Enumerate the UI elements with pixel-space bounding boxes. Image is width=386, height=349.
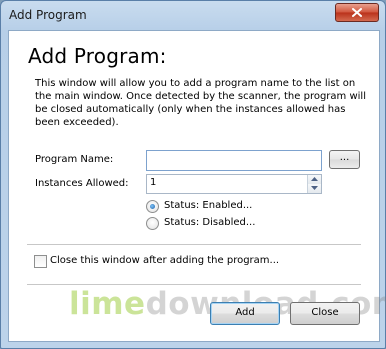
chevron-down-icon <box>311 186 318 190</box>
program-name-label: Program Name: <box>35 154 114 165</box>
divider <box>27 284 361 286</box>
close-button[interactable]: Close <box>290 302 360 325</box>
divider <box>27 244 361 246</box>
close-icon <box>352 8 362 17</box>
close-after-adding-label: Close this window after adding the progr… <box>50 255 280 266</box>
stepper-buttons <box>307 175 321 193</box>
status-enabled-radio[interactable] <box>146 200 159 213</box>
add-button[interactable]: Add <box>210 302 280 325</box>
window-title: Add Program <box>9 8 87 22</box>
dialog-window: Add Program Add Program: This window wil… <box>0 0 386 349</box>
status-disabled-radio[interactable] <box>146 217 159 230</box>
dialog-content: Add Program: This window will allow you … <box>8 30 386 342</box>
program-name-input[interactable] <box>146 150 322 171</box>
instances-allowed-label: Instances Allowed: <box>35 178 129 189</box>
title-bar[interactable]: Add Program <box>1 1 385 29</box>
dialog-heading: Add Program: <box>28 44 167 68</box>
stepper-down-button[interactable] <box>308 184 321 193</box>
watermark-part-1: lime <box>69 286 146 322</box>
instances-allowed-stepper[interactable]: 1 <box>146 174 322 194</box>
close-after-adding-checkbox[interactable] <box>34 255 47 268</box>
status-enabled-label: Status: Enabled... <box>164 200 253 211</box>
browse-button[interactable]: ... <box>329 150 360 169</box>
window-close-button[interactable] <box>335 3 379 22</box>
status-disabled-label: Status: Disabled... <box>164 217 256 228</box>
instances-allowed-value: 1 <box>150 177 157 188</box>
chevron-up-icon <box>311 177 318 181</box>
dialog-description: This window will allow you to add a prog… <box>35 78 366 128</box>
